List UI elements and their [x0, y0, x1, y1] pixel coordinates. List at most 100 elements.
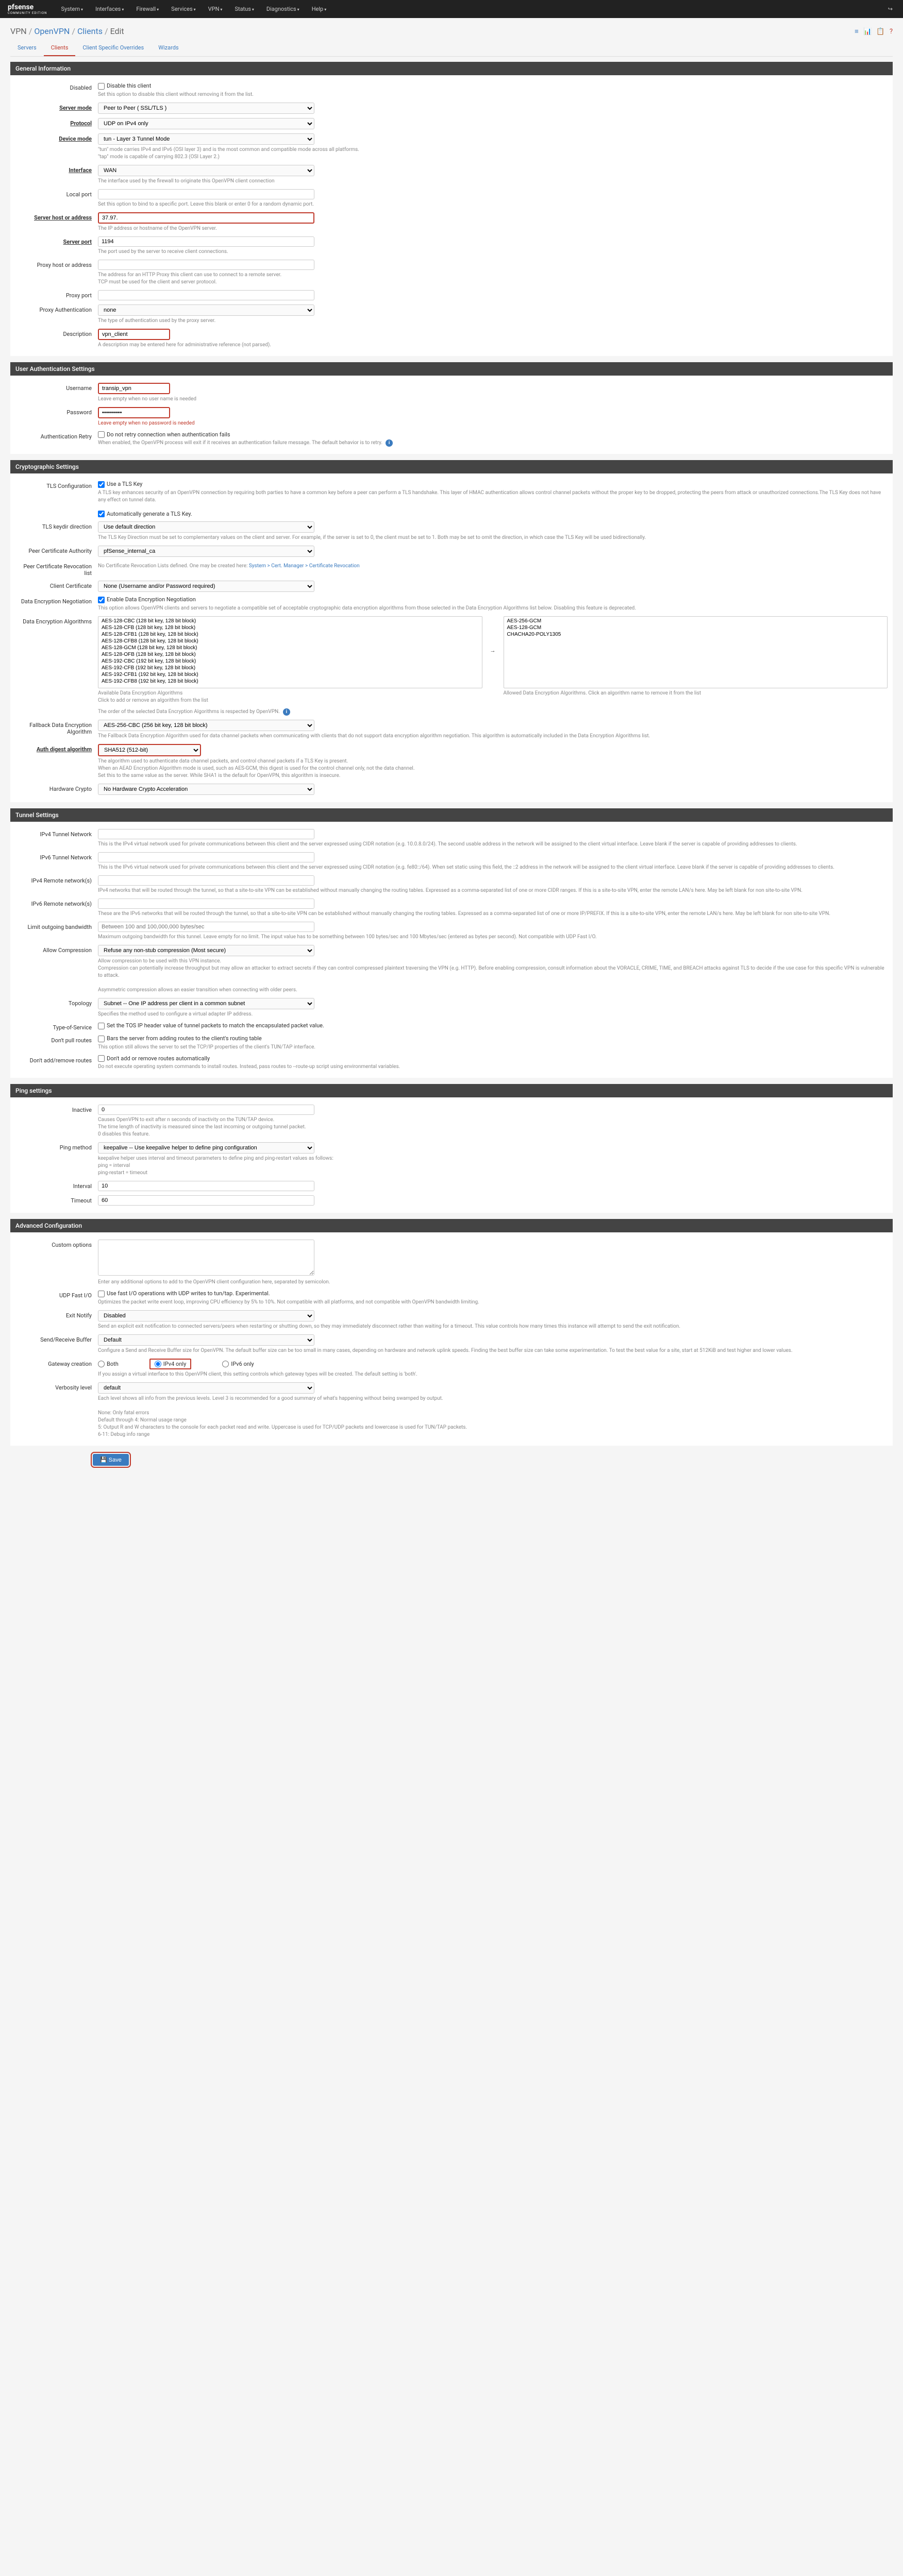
shortcut-icon-1[interactable]: ≡: [855, 28, 859, 36]
lbl-ipv4tun: IPv4 Tunnel Network: [15, 829, 98, 838]
clientcert-select[interactable]: None (Username and/or Password required): [98, 581, 314, 592]
lbl-tlskeydir: TLS keydir direction: [15, 521, 98, 530]
lbl-compress: Allow Compression: [15, 945, 98, 954]
serverport-input[interactable]: [98, 236, 314, 247]
password-input[interactable]: [98, 407, 170, 418]
gateway-ipv6-radio[interactable]: [222, 1361, 229, 1367]
authretry-checkbox[interactable]: [98, 431, 105, 438]
pingmethod-select[interactable]: keepalive -- Use keepalive helper to def…: [98, 1142, 314, 1154]
peerca-select[interactable]: pfSense_internal_ca: [98, 546, 314, 557]
interval-input[interactable]: [98, 1181, 314, 1191]
gateway-ipv4-radio[interactable]: [155, 1361, 161, 1367]
usetls-checkbox[interactable]: [98, 481, 105, 488]
lbl-clientcert: Client Certificate: [15, 581, 98, 589]
tab-wizards[interactable]: Wizards: [151, 40, 186, 56]
info-icon[interactable]: i: [386, 439, 393, 447]
autotls-checkbox[interactable]: [98, 511, 105, 517]
fallback-select[interactable]: AES-256-CBC (256 bit key, 128 bit block): [98, 720, 314, 731]
nav-status[interactable]: Status: [228, 6, 260, 12]
lbl-algos: Data Encryption Algorithms: [15, 616, 98, 625]
lbl-dataenc: Data Encryption Negotiation: [15, 596, 98, 605]
nav-system[interactable]: System: [55, 6, 89, 12]
lbl-username: Username: [15, 383, 98, 392]
avail-algos-select[interactable]: AES-128-CBC (128 bit key, 128 bit block)…: [98, 616, 482, 688]
shortcut-icon-2[interactable]: 📊: [863, 28, 872, 36]
lbl-fallback: Fallback Data Encryption Algorithm: [15, 720, 98, 735]
logout-icon[interactable]: ↪: [883, 6, 898, 12]
tos-checkbox[interactable]: [98, 1023, 105, 1029]
authdigest-select[interactable]: SHA512 (512-bit): [98, 744, 201, 756]
nav-interfaces[interactable]: Interfaces: [89, 6, 130, 12]
interface-select[interactable]: WAN: [98, 165, 314, 176]
nav-vpn[interactable]: VPN: [202, 6, 229, 12]
limitbw-input[interactable]: [98, 922, 314, 932]
inactive-input[interactable]: [98, 1105, 314, 1115]
custom-textarea[interactable]: [98, 1240, 314, 1276]
topology-select[interactable]: Subnet -- One IP address per client in a…: [98, 998, 314, 1009]
lbl-ipv6rem: IPv6 Remote network(s): [15, 899, 98, 907]
tab-clients[interactable]: Clients: [44, 40, 76, 56]
gateway-both-radio[interactable]: [98, 1361, 105, 1367]
ipv6tun-input[interactable]: [98, 852, 314, 862]
bc-clients[interactable]: Clients: [77, 26, 103, 36]
lbl-custom: Custom options: [15, 1240, 98, 1248]
save-button[interactable]: 💾 Save: [93, 1454, 129, 1466]
verbosity-select[interactable]: default: [98, 1382, 314, 1394]
proxyauth-select[interactable]: none: [98, 304, 314, 316]
tlskeydir-select[interactable]: Use default direction: [98, 521, 314, 533]
timeout-input[interactable]: [98, 1195, 314, 1206]
username-input[interactable]: [98, 383, 170, 394]
info-icon[interactable]: i: [283, 708, 290, 716]
lbl-verbosity: Verbosity level: [15, 1382, 98, 1391]
servermode-select[interactable]: Peer to Peer ( SSL/TLS ): [98, 103, 314, 114]
exitnotify-select[interactable]: Disabled: [98, 1310, 314, 1321]
lbl-gateway: Gateway creation: [15, 1359, 98, 1367]
dataenc-checkbox[interactable]: [98, 597, 105, 603]
sendrecv-select[interactable]: Default: [98, 1334, 314, 1346]
tab-overrides[interactable]: Client Specific Overrides: [75, 40, 151, 56]
cert-revocation-link[interactable]: System > Cert. Manager > Certificate Rev…: [249, 563, 360, 569]
arrow-icon: →: [490, 616, 496, 654]
proxyhost-input[interactable]: [98, 260, 314, 270]
lbl-dontaddrem: Don't add/remove routes: [15, 1055, 98, 1064]
panel-ping-header: Ping settings: [10, 1084, 893, 1097]
localport-input[interactable]: [98, 189, 314, 199]
lbl-authdigest: Auth digest algorithm: [15, 744, 98, 753]
lbl-disabled: Disabled: [15, 82, 98, 91]
dontaddrem-checkbox[interactable]: [98, 1055, 105, 1062]
tabs: Servers Clients Client Specific Override…: [10, 40, 893, 57]
lbl-udpfast: UDP Fast I/O: [15, 1290, 98, 1299]
lbl-proxyhost: Proxy host or address: [15, 260, 98, 268]
lbl-tlsconf: TLS Configuration: [15, 481, 98, 489]
lbl-peerrevoc: Peer Certificate Revocation list: [15, 561, 98, 577]
help-icon[interactable]: ?: [890, 28, 893, 36]
lbl-proxyport: Proxy port: [15, 290, 98, 299]
sel-algos-select[interactable]: AES-256-GCMAES-128-GCMCHACHA20-POLY1305: [504, 616, 888, 688]
udpfast-checkbox[interactable]: [98, 1291, 105, 1297]
ipv4rem-input[interactable]: [98, 875, 314, 886]
lbl-authretry: Authentication Retry: [15, 431, 98, 440]
serverhost-input[interactable]: [98, 212, 314, 224]
devmode-select[interactable]: tun - Layer 3 Tunnel Mode: [98, 133, 314, 145]
bc-openvpn[interactable]: OpenVPN: [34, 26, 70, 36]
proxyport-input[interactable]: [98, 290, 314, 300]
nav-diagnostics[interactable]: Diagnostics: [260, 6, 306, 12]
tab-servers[interactable]: Servers: [10, 40, 44, 56]
ipv6rem-input[interactable]: [98, 899, 314, 909]
nav-services[interactable]: Services: [165, 6, 202, 12]
panel-crypto-header: Cryptographic Settings: [10, 460, 893, 473]
lbl-ipv4rem: IPv4 Remote network(s): [15, 875, 98, 884]
nav-help[interactable]: Help: [306, 6, 333, 12]
shortcut-icon-3[interactable]: 📋: [876, 28, 884, 36]
description-input[interactable]: [98, 329, 170, 340]
hwcrypto-select[interactable]: No Hardware Crypto Acceleration: [98, 784, 314, 795]
lbl-sendrecv: Send/Receive Buffer: [15, 1334, 98, 1343]
dontpull-checkbox[interactable]: [98, 1036, 105, 1042]
compress-select[interactable]: Refuse any non-stub compression (Most se…: [98, 945, 314, 956]
nav-firewall[interactable]: Firewall: [130, 6, 165, 12]
protocol-select[interactable]: UDP on IPv4 only: [98, 118, 314, 129]
disabled-checkbox[interactable]: [98, 83, 105, 90]
ipv4tun-input[interactable]: [98, 829, 314, 839]
lbl-limitbw: Limit outgoing bandwidth: [15, 922, 98, 930]
logo[interactable]: pfsenseCOMMUNITY EDITION: [5, 3, 55, 15]
